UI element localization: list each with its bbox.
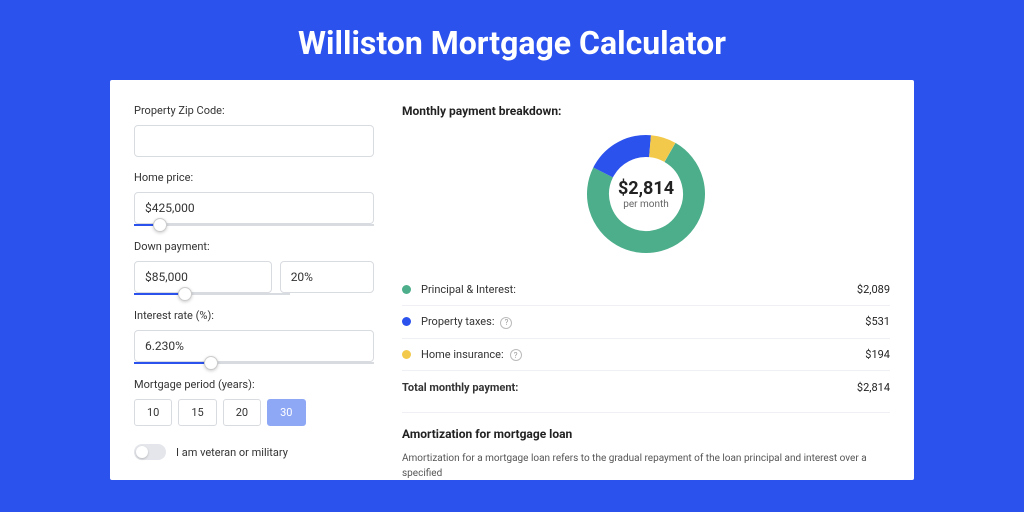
down-pct-input[interactable] (280, 261, 374, 293)
rate-slider-thumb[interactable] (204, 356, 218, 370)
calculator-panel: Property Zip Code: Home price: Down paym… (110, 80, 914, 480)
rate-slider[interactable] (134, 362, 374, 364)
price-slider[interactable] (134, 224, 374, 226)
down-field: Down payment: (134, 240, 374, 295)
line-label: Home insurance:? (421, 348, 865, 362)
line-label: Property taxes:? (421, 315, 865, 329)
donut-chart: $2,814 per month (584, 132, 708, 256)
form-column: Property Zip Code: Home price: Down paym… (134, 104, 374, 480)
rate-input[interactable] (134, 330, 374, 362)
veteran-label: I am veteran or military (176, 446, 288, 459)
dot-icon (402, 350, 411, 359)
breakdown-title: Monthly payment breakdown: (402, 104, 890, 118)
breakdown-column: Monthly payment breakdown: $2,814 per mo… (402, 104, 890, 480)
down-slider-thumb[interactable] (178, 287, 192, 301)
info-icon[interactable]: ? (510, 349, 522, 361)
down-slider[interactable] (134, 293, 290, 295)
dot-icon (402, 285, 411, 294)
page-header: Williston Mortgage Calculator (0, 0, 1024, 80)
donut-center: $2,814 per month (584, 132, 708, 256)
veteran-row: I am veteran or military (134, 444, 374, 460)
period-30[interactable]: 30 (267, 399, 305, 426)
toggle-knob (136, 446, 148, 458)
rate-label: Interest rate (%): (134, 309, 374, 322)
zip-label: Property Zip Code: (134, 104, 374, 117)
price-field: Home price: (134, 171, 374, 226)
price-input[interactable] (134, 192, 374, 224)
line-value: $531 (865, 315, 890, 328)
donut-chart-wrap: $2,814 per month (402, 132, 890, 256)
zip-field: Property Zip Code: (134, 104, 374, 157)
line-value: $194 (865, 348, 890, 361)
period-15[interactable]: 15 (178, 399, 216, 426)
line-value: $2,089 (857, 283, 890, 296)
period-20[interactable]: 20 (223, 399, 261, 426)
period-group: 10 15 20 30 (134, 399, 374, 426)
price-label: Home price: (134, 171, 374, 184)
breakdown-line-taxes: Property taxes:? $531 (402, 306, 890, 339)
amort-text: Amortization for a mortgage loan refers … (402, 451, 890, 480)
donut-value: $2,814 (618, 178, 674, 199)
page-title: Williston Mortgage Calculator (0, 24, 1024, 62)
down-amount-input[interactable] (134, 261, 272, 293)
breakdown-line-insurance: Home insurance:? $194 (402, 339, 890, 372)
dot-icon (402, 317, 411, 326)
amort-title: Amortization for mortgage loan (402, 427, 890, 441)
amortization-section: Amortization for mortgage loan Amortizat… (402, 412, 890, 480)
total-row: Total monthly payment: $2,814 (402, 371, 890, 408)
zip-input[interactable] (134, 125, 374, 157)
line-label: Principal & Interest: (421, 283, 857, 296)
info-icon[interactable]: ? (500, 317, 512, 329)
total-value: $2,814 (857, 381, 890, 394)
period-field: Mortgage period (years): 10 15 20 30 (134, 378, 374, 426)
donut-sub: per month (623, 199, 669, 210)
veteran-toggle[interactable] (134, 444, 166, 460)
period-label: Mortgage period (years): (134, 378, 374, 391)
down-label: Down payment: (134, 240, 374, 253)
price-slider-thumb[interactable] (153, 218, 167, 232)
total-label: Total monthly payment: (402, 381, 857, 394)
rate-field: Interest rate (%): (134, 309, 374, 364)
breakdown-line-principal: Principal & Interest: $2,089 (402, 274, 890, 306)
period-10[interactable]: 10 (134, 399, 172, 426)
